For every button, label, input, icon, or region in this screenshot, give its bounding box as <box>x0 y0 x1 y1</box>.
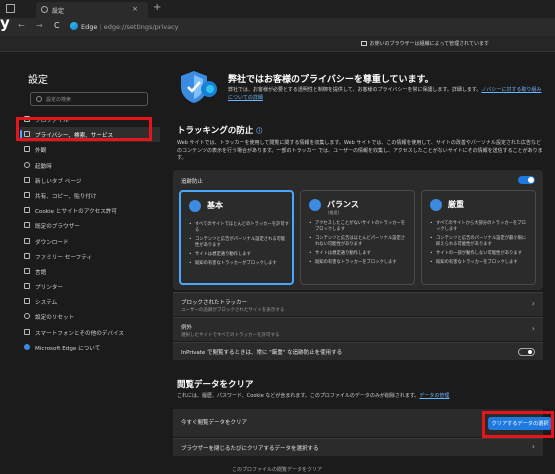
edge-logo-badge-icon <box>201 81 217 97</box>
tracking-prevention-card: 追跡防止 基本 すべてのサイトでほとんどのトラッカーを許可する コンテンツと広告… <box>173 170 543 290</box>
system-icon <box>24 298 30 305</box>
corner-glyph: y <box>0 14 10 32</box>
appearance-icon <box>24 146 30 153</box>
tracking-prevention-toggle[interactable] <box>518 176 535 184</box>
tab-title: 設定 <box>52 8 65 15</box>
browser-tab-settings[interactable]: 設定 × <box>36 2 148 18</box>
option-bullets: すべてのサイトから大部分のトラッカーをブロックします コンテンツと広告のパーソナ… <box>430 221 530 269</box>
option-name: バランス <box>327 200 359 209</box>
download-icon <box>24 237 30 244</box>
manage-data-link[interactable]: データの管理 <box>419 393 449 399</box>
exceptions-title: 例外 <box>181 325 193 331</box>
sidebar-item-languages[interactable]: 言語 <box>20 264 160 279</box>
power-icon <box>24 161 30 168</box>
sidebar-item-default-browser[interactable]: 既定のブラウザー <box>20 218 160 233</box>
sidebar-item-appearance[interactable]: 外観 <box>20 142 160 157</box>
sidebar-item-about[interactable]: Microsoft Edge について <box>20 340 160 355</box>
hero-description: 弊社では、お客様が必要とする透明性と制御を提供して、お客様のプライバシーを常に保… <box>228 87 542 101</box>
sidebar-item-cookies[interactable]: Cookie とサイトのアクセス許可 <box>20 203 160 218</box>
exceptions-row[interactable]: 例外 選択したサイトですべてのトラッカーを許可する › <box>173 317 543 341</box>
sidebar-item-downloads[interactable]: ダウンロード <box>20 234 160 249</box>
inprivate-strict-row: InPrivate で閲覧するときは、常に "厳重" な追跡防止を使用する <box>173 342 543 360</box>
chevron-right-icon: › <box>531 442 535 451</box>
browser-icon <box>24 222 30 229</box>
sidebar-item-share[interactable]: 共有、コピー、貼り付け <box>20 188 160 203</box>
inprivate-strict-toggle[interactable] <box>518 348 535 356</box>
family-icon <box>24 252 30 259</box>
newtab-icon <box>24 176 30 183</box>
search-placeholder: 設定の検索 <box>46 97 72 103</box>
exceptions-subtitle: 選択したサイトですべてのトラッカーを許可する <box>181 333 280 338</box>
reset-icon <box>24 313 30 320</box>
privacy-hero: 弊社ではお客様のプライバシーを尊重しています。 弊社では、お客様が必要とする透明… <box>174 64 549 114</box>
option-bullets: アクセスしたことがないサイトのトラッカーをブロックします コンテンツと広告はほと… <box>309 221 409 269</box>
sidebar-item-printers[interactable]: プリンター <box>20 279 160 294</box>
phone-icon <box>24 328 30 335</box>
highlight-box-clear-button <box>482 411 554 438</box>
highlight-box-privacy <box>16 117 152 141</box>
edge-icon <box>24 343 30 350</box>
settings-search-input[interactable]: 設定の検索 <box>30 92 148 106</box>
hero-title: 弊社ではお客様のプライバシーを尊重しています。 <box>228 75 434 85</box>
share-icon <box>24 191 30 198</box>
sidebar-menu: プロファイル プライバシー、検索、サービス 外観 起動時 新しいタブ ページ 共… <box>20 112 160 355</box>
back-arrow-icon[interactable]: ← <box>18 21 25 30</box>
clear-data-heading: 閲覧データをクリア <box>177 380 254 390</box>
address-brand: Edge <box>81 23 98 31</box>
managed-banner-text: お使いのブラウザーは組織によって管理されています <box>369 41 489 47</box>
basic-level-icon <box>189 200 201 212</box>
gear-icon <box>41 6 48 13</box>
building-icon <box>360 41 367 46</box>
blocked-trackers-title: ブロックされたトラッカー <box>181 300 248 306</box>
address-bar[interactable]: Edge | edge://settings/privacy <box>70 21 550 33</box>
clear-on-close-title: ブラウザーを閉じるたびにクリアするデータを選択する <box>181 446 319 452</box>
managed-banner: お使いのブラウザーは組織によって管理されています <box>0 36 555 52</box>
clear-now-title: 今すぐ閲覧データをクリア <box>181 420 248 426</box>
blocked-trackers-subtitle: ユーザーの追跡がブロックされたサイトを表示する <box>181 308 285 313</box>
inprivate-strict-title: InPrivate で閲覧するときは、常に "厳重" な追跡防止を使用する <box>181 350 343 356</box>
settings-sidebar: 設定 設定の検索 プロファイル プライバシー、検索、サービス 外観 起動時 新し… <box>0 52 162 474</box>
tracking-prevention-label: 追跡防止 <box>181 179 204 185</box>
strict-level-icon <box>430 199 442 211</box>
clear-data-description: これには、履歴、パスワード、Cookie などが含まれます。このプロファイルのデ… <box>177 393 450 399</box>
balanced-level-icon <box>309 199 321 211</box>
new-tab-button[interactable]: + <box>153 2 161 13</box>
chevron-right-icon: › <box>531 299 535 308</box>
chevron-right-icon: › <box>531 324 535 333</box>
close-tab-icon[interactable]: × <box>132 5 138 13</box>
language-icon <box>24 267 30 274</box>
tracking-option-balanced[interactable]: バランス (推奨) アクセスしたことがないサイトのトラッカーをブロックします コ… <box>300 190 415 285</box>
blocked-trackers-row[interactable]: ブロックされたトラッカー ユーザーの追跡がブロックされたサイトを表示する › <box>173 292 543 316</box>
sidebar-title: 設定 <box>28 75 48 86</box>
option-recommended: (推奨) <box>328 210 340 215</box>
tracking-option-strict[interactable]: 厳重 すべてのサイトから大部分のトラッカーをブロックします コンテンツと広告のパ… <box>421 190 536 285</box>
tracking-description: Web サイトでは、トラッカーを使用して閲覧に関する情報を収集します。Web サ… <box>177 140 543 161</box>
address-url: edge://settings/privacy <box>103 23 179 31</box>
cookie-icon <box>24 207 30 214</box>
refresh-icon[interactable]: C <box>54 21 60 30</box>
navigation-bar: ← → C Edge | edge://settings/privacy <box>0 18 555 36</box>
sidebar-item-reset[interactable]: 設定のリセット <box>20 309 160 324</box>
window-menu-icon[interactable] <box>6 4 15 13</box>
search-icon <box>36 96 42 102</box>
option-bullets: すべてのサイトでほとんどのトラッカーを許可する コンテンツと広告がパーソナル設定… <box>189 222 289 270</box>
forward-arrow-icon[interactable]: → <box>36 21 43 30</box>
title-bar: 設定 × + <box>0 0 555 18</box>
printer-icon <box>24 283 30 290</box>
sidebar-item-family[interactable]: ファミリー セーフティ <box>20 249 160 264</box>
tracking-heading: トラッキングの防止 ⓘ <box>177 126 263 136</box>
option-name: 基本 <box>207 201 223 210</box>
edge-logo-icon <box>70 22 78 30</box>
info-icon[interactable]: ⓘ <box>256 128 262 135</box>
clear-on-close-row[interactable]: ブラウザーを閉じるたびにクリアするデータを選択する › <box>173 438 543 456</box>
tracking-option-basic[interactable]: 基本 すべてのサイトでほとんどのトラッカーを許可する コンテンツと広告がパーソナ… <box>179 190 294 285</box>
bottom-note: このプロファイルの閲覧データをクリア <box>232 467 323 473</box>
sidebar-item-newtab[interactable]: 新しいタブ ページ <box>20 173 160 188</box>
sidebar-item-startup[interactable]: 起動時 <box>20 158 160 173</box>
sidebar-item-system[interactable]: システム <box>20 294 160 309</box>
option-name: 厳重 <box>448 200 464 209</box>
sidebar-item-phone[interactable]: スマートフォンとその他のデバイス <box>20 325 160 340</box>
